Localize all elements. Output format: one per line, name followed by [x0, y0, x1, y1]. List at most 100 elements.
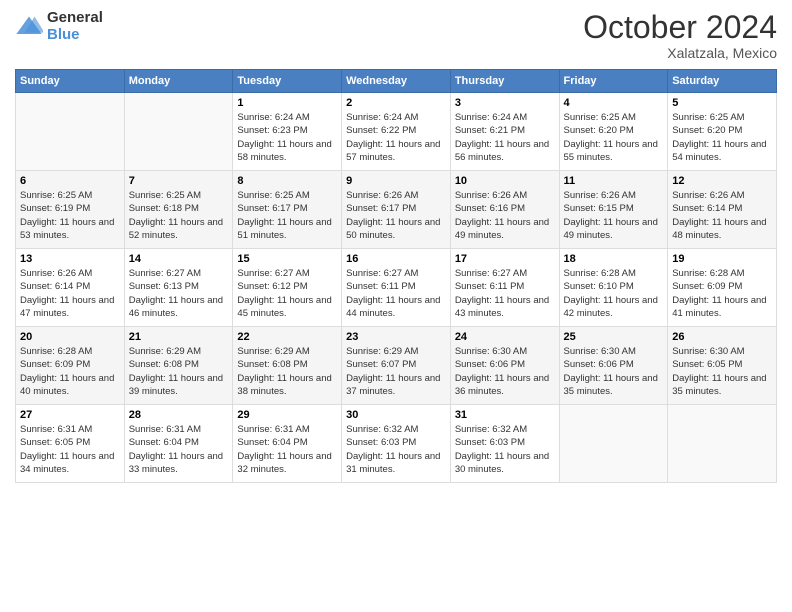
- day-number: 21: [129, 331, 229, 343]
- cell-info: Sunrise: 6:31 AM Sunset: 6:04 PM Dayligh…: [129, 423, 229, 476]
- cell-2-7: 12 Sunrise: 6:26 AM Sunset: 6:14 PM Dayli…: [668, 171, 777, 249]
- day-number: 29: [237, 409, 337, 421]
- day-number: 14: [129, 253, 229, 265]
- cell-info: Sunrise: 6:25 AM Sunset: 6:19 PM Dayligh…: [20, 189, 120, 242]
- cell-3-1: 13 Sunrise: 6:26 AM Sunset: 6:14 PM Dayli…: [16, 249, 125, 327]
- cell-4-4: 23 Sunrise: 6:29 AM Sunset: 6:07 PM Dayli…: [342, 327, 451, 405]
- day-number: 16: [346, 253, 446, 265]
- day-number: 1: [237, 97, 337, 109]
- cell-5-7: [668, 405, 777, 483]
- cell-2-4: 9Sunrise: 6:26 AM Sunset: 6:17 PM Daylig…: [342, 171, 451, 249]
- cell-info: Sunrise: 6:28 AM Sunset: 6:10 PM Dayligh…: [564, 267, 664, 320]
- day-number: 30: [346, 409, 446, 421]
- cell-info: Sunrise: 6:28 AM Sunset: 6:09 PM Dayligh…: [20, 345, 120, 398]
- day-number: 11: [564, 175, 664, 187]
- cell-3-4: 16Sunrise: 6:27 AM Sunset: 6:11 PM Dayli…: [342, 249, 451, 327]
- cell-info: Sunrise: 6:29 AM Sunset: 6:08 PM Dayligh…: [237, 345, 337, 398]
- day-number: 15: [237, 253, 337, 265]
- cell-info: Sunrise: 6:27 AM Sunset: 6:13 PM Dayligh…: [129, 267, 229, 320]
- day-number: 13: [20, 253, 120, 265]
- cell-1-5: 3 Sunrise: 6:24 AM Sunset: 6:21 PM Daylig…: [450, 93, 559, 171]
- day-number: 7: [129, 175, 229, 187]
- day-number: 4: [564, 97, 664, 109]
- cell-info: Sunrise: 6:26 AM Sunset: 6:14 PM Dayligh…: [672, 189, 772, 242]
- cell-2-2: 7 Sunrise: 6:25 AM Sunset: 6:18 PM Daylig…: [124, 171, 233, 249]
- cell-1-4: 2 Sunrise: 6:24 AM Sunset: 6:22 PM Daylig…: [342, 93, 451, 171]
- cell-3-7: 19 Sunrise: 6:28 AM Sunset: 6:09 PM Dayli…: [668, 249, 777, 327]
- cell-1-6: 4Sunrise: 6:25 AM Sunset: 6:20 PM Daylig…: [559, 93, 668, 171]
- cell-info: Sunrise: 6:24 AM Sunset: 6:23 PM Dayligh…: [237, 111, 337, 164]
- cell-4-6: 25 Sunrise: 6:30 AM Sunset: 6:06 PM Dayli…: [559, 327, 668, 405]
- cell-5-1: 27Sunrise: 6:31 AM Sunset: 6:05 PM Dayli…: [16, 405, 125, 483]
- day-number: 6: [20, 175, 120, 187]
- week-row-1: 1 Sunrise: 6:24 AM Sunset: 6:23 PM Daylig…: [16, 93, 777, 171]
- col-saturday: Saturday: [668, 70, 777, 93]
- cell-info: Sunrise: 6:30 AM Sunset: 6:06 PM Dayligh…: [564, 345, 664, 398]
- location: Xalatzala, Mexico: [583, 45, 777, 61]
- cell-info: Sunrise: 6:25 AM Sunset: 6:17 PM Dayligh…: [237, 189, 337, 242]
- day-number: 31: [455, 409, 555, 421]
- logo-blue: Blue: [47, 26, 80, 43]
- col-thursday: Thursday: [450, 70, 559, 93]
- cell-info: Sunrise: 6:32 AM Sunset: 6:03 PM Dayligh…: [346, 423, 446, 476]
- day-number: 25: [564, 331, 664, 343]
- cell-info: Sunrise: 6:24 AM Sunset: 6:21 PM Dayligh…: [455, 111, 555, 164]
- day-number: 3: [455, 97, 555, 109]
- calendar-table: Sunday Monday Tuesday Wednesday Thursday…: [15, 69, 777, 483]
- cell-4-3: 22 Sunrise: 6:29 AM Sunset: 6:08 PM Dayli…: [233, 327, 342, 405]
- day-number: 19: [672, 253, 772, 265]
- cell-2-1: 6 Sunrise: 6:25 AM Sunset: 6:19 PM Daylig…: [16, 171, 125, 249]
- cell-info: Sunrise: 6:30 AM Sunset: 6:05 PM Dayligh…: [672, 345, 772, 398]
- day-number: 12: [672, 175, 772, 187]
- cell-3-5: 17 Sunrise: 6:27 AM Sunset: 6:11 PM Dayli…: [450, 249, 559, 327]
- col-monday: Monday: [124, 70, 233, 93]
- cell-1-3: 1 Sunrise: 6:24 AM Sunset: 6:23 PM Daylig…: [233, 93, 342, 171]
- cell-5-6: [559, 405, 668, 483]
- cell-4-1: 20 Sunrise: 6:28 AM Sunset: 6:09 PM Dayli…: [16, 327, 125, 405]
- day-number: 2: [346, 97, 446, 109]
- logo-icon: [15, 13, 43, 41]
- col-tuesday: Tuesday: [233, 70, 342, 93]
- cell-info: Sunrise: 6:25 AM Sunset: 6:18 PM Dayligh…: [129, 189, 229, 242]
- cell-info: Sunrise: 6:32 AM Sunset: 6:03 PM Dayligh…: [455, 423, 555, 476]
- logo: General Blue: [15, 10, 103, 43]
- cell-info: Sunrise: 6:26 AM Sunset: 6:17 PM Dayligh…: [346, 189, 446, 242]
- cell-1-2: [124, 93, 233, 171]
- cell-info: Sunrise: 6:24 AM Sunset: 6:22 PM Dayligh…: [346, 111, 446, 164]
- cell-info: Sunrise: 6:28 AM Sunset: 6:09 PM Dayligh…: [672, 267, 772, 320]
- cell-1-1: [16, 93, 125, 171]
- cell-5-3: 29Sunrise: 6:31 AM Sunset: 6:04 PM Dayli…: [233, 405, 342, 483]
- day-number: 20: [20, 331, 120, 343]
- month-title: October 2024: [583, 10, 777, 45]
- cell-2-3: 8 Sunrise: 6:25 AM Sunset: 6:17 PM Daylig…: [233, 171, 342, 249]
- title-block: October 2024 Xalatzala, Mexico: [583, 10, 777, 61]
- day-number: 10: [455, 175, 555, 187]
- logo-text: General Blue: [47, 10, 103, 43]
- cell-3-6: 18 Sunrise: 6:28 AM Sunset: 6:10 PM Dayli…: [559, 249, 668, 327]
- day-number: 18: [564, 253, 664, 265]
- page: General Blue October 2024 Xalatzala, Mex…: [0, 0, 792, 612]
- week-row-2: 6 Sunrise: 6:25 AM Sunset: 6:19 PM Daylig…: [16, 171, 777, 249]
- col-friday: Friday: [559, 70, 668, 93]
- cell-info: Sunrise: 6:25 AM Sunset: 6:20 PM Dayligh…: [672, 111, 772, 164]
- day-number: 28: [129, 409, 229, 421]
- cell-info: Sunrise: 6:26 AM Sunset: 6:15 PM Dayligh…: [564, 189, 664, 242]
- day-number: 5: [672, 97, 772, 109]
- cell-info: Sunrise: 6:26 AM Sunset: 6:16 PM Dayligh…: [455, 189, 555, 242]
- day-number: 24: [455, 331, 555, 343]
- cell-info: Sunrise: 6:26 AM Sunset: 6:14 PM Dayligh…: [20, 267, 120, 320]
- cell-info: Sunrise: 6:30 AM Sunset: 6:06 PM Dayligh…: [455, 345, 555, 398]
- day-number: 22: [237, 331, 337, 343]
- cell-info: Sunrise: 6:27 AM Sunset: 6:11 PM Dayligh…: [455, 267, 555, 320]
- col-wednesday: Wednesday: [342, 70, 451, 93]
- week-row-4: 20 Sunrise: 6:28 AM Sunset: 6:09 PM Dayli…: [16, 327, 777, 405]
- col-sunday: Sunday: [16, 70, 125, 93]
- day-number: 8: [237, 175, 337, 187]
- cell-4-2: 21Sunrise: 6:29 AM Sunset: 6:08 PM Dayli…: [124, 327, 233, 405]
- day-number: 17: [455, 253, 555, 265]
- cell-info: Sunrise: 6:29 AM Sunset: 6:07 PM Dayligh…: [346, 345, 446, 398]
- day-number: 23: [346, 331, 446, 343]
- cell-1-7: 5 Sunrise: 6:25 AM Sunset: 6:20 PM Daylig…: [668, 93, 777, 171]
- cell-4-5: 24 Sunrise: 6:30 AM Sunset: 6:06 PM Dayli…: [450, 327, 559, 405]
- cell-2-6: 11 Sunrise: 6:26 AM Sunset: 6:15 PM Dayli…: [559, 171, 668, 249]
